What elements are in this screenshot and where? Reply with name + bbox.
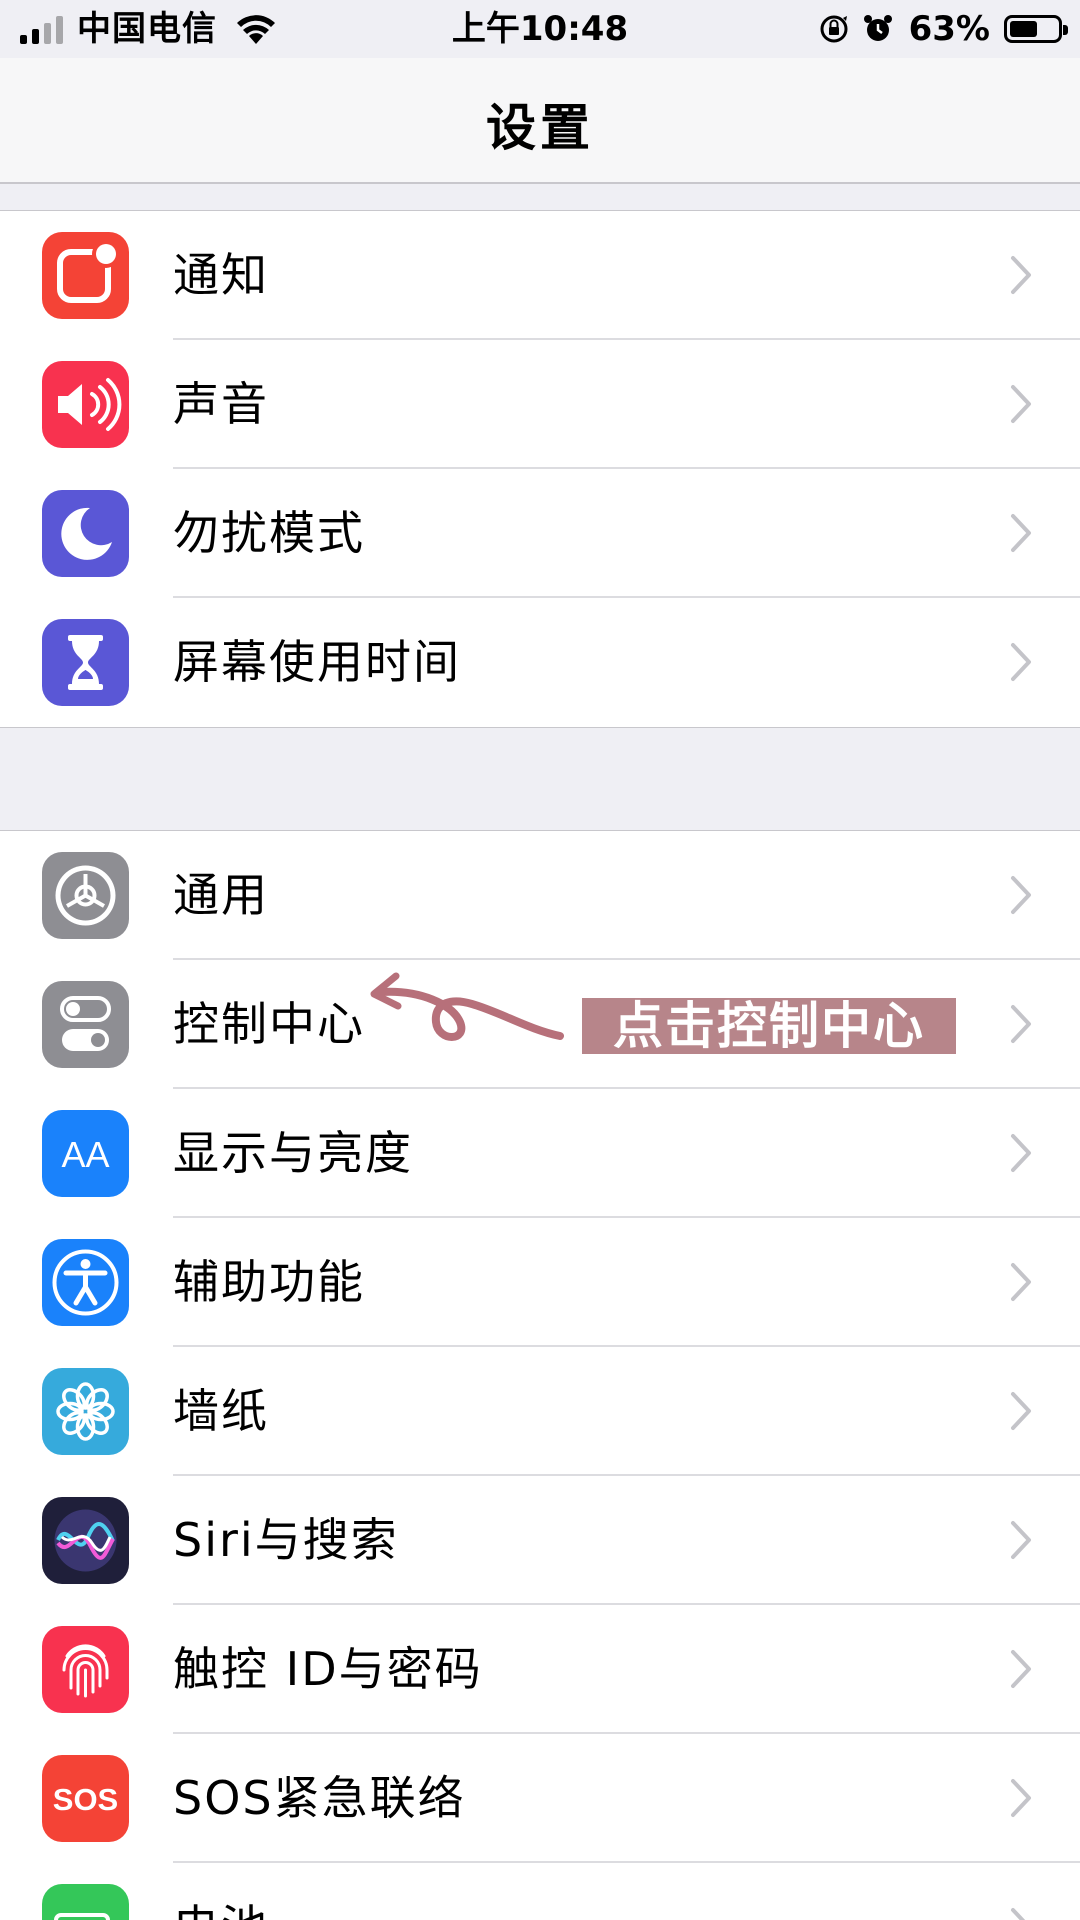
settings-item-label: 声音: [173, 377, 269, 431]
settings-item-label: 通用: [173, 868, 269, 922]
settings-item-accessibility[interactable]: 辅助功能: [0, 1218, 1080, 1347]
settings-item-emergency-sos[interactable]: SOS SOS紧急联络: [0, 1734, 1080, 1863]
settings-item-sounds[interactable]: 声音: [0, 340, 1080, 469]
settings-item-do-not-disturb[interactable]: 勿扰模式: [0, 469, 1080, 598]
settings-item-siri-search[interactable]: Siri与搜索: [0, 1476, 1080, 1605]
flower-icon: [42, 1368, 129, 1455]
chevron-right-icon: [1010, 1649, 1032, 1689]
settings-item-label: 显示与亮度: [173, 1126, 413, 1180]
orientation-lock-icon: [820, 15, 848, 43]
sounds-icon: [42, 361, 129, 448]
settings-item-label: Siri与搜索: [173, 1513, 399, 1567]
gear-icon: [42, 852, 129, 939]
toggles-icon: [42, 981, 129, 1068]
settings-item-label: 辅助功能: [173, 1255, 365, 1309]
chevron-right-icon: [1010, 642, 1032, 682]
settings-item-label: 屏幕使用时间: [173, 635, 461, 689]
chevron-right-icon: [1010, 1520, 1032, 1560]
siri-icon: [42, 1497, 129, 1584]
settings-item-label: 控制中心: [173, 997, 365, 1051]
chevron-right-icon: [1010, 255, 1032, 295]
display-aa-icon: AA: [42, 1110, 129, 1197]
status-bar: 中国电信 上午10:48 63%: [0, 0, 1080, 58]
settings-item-screen-time[interactable]: 屏幕使用时间: [0, 598, 1080, 727]
chevron-right-icon: [1010, 1778, 1032, 1818]
chevron-right-icon: [1010, 1262, 1032, 1302]
settings-item-label: SOS紧急联络: [173, 1771, 466, 1825]
settings-group-1: 通知 声音 勿扰模式 屏幕使用时间: [0, 210, 1080, 728]
settings-item-label: 通知: [173, 248, 269, 302]
battery-percent: 63%: [908, 9, 990, 49]
settings-item-label: 触控 ID与密码: [173, 1642, 483, 1696]
chevron-right-icon: [1010, 1004, 1032, 1044]
status-right: 63%: [817, 0, 1068, 58]
hourglass-icon: [42, 619, 129, 706]
notifications-icon: [42, 232, 129, 319]
battery-app-icon: [42, 1884, 129, 1920]
settings-item-touch-id-passcode[interactable]: 触控 ID与密码: [0, 1605, 1080, 1734]
sos-icon: SOS: [42, 1755, 129, 1842]
chevron-right-icon: [1010, 513, 1032, 553]
settings-item-general[interactable]: 通用: [0, 831, 1080, 960]
annotation-label: 点击控制中心: [582, 998, 956, 1054]
settings-item-wallpaper[interactable]: 墙纸: [0, 1347, 1080, 1476]
chevron-right-icon: [1010, 1133, 1032, 1173]
settings-item-display-brightness[interactable]: AA 显示与亮度: [0, 1089, 1080, 1218]
alarm-icon: [863, 15, 892, 41]
chevron-right-icon: [1010, 875, 1032, 915]
svg-text:SOS: SOS: [53, 1782, 118, 1817]
annotation-arrow: [370, 972, 564, 1041]
accessibility-icon: [42, 1239, 129, 1326]
navigation-bar: 设置: [0, 58, 1080, 184]
settings-item-battery[interactable]: 电池: [0, 1863, 1080, 1920]
fingerprint-icon: [42, 1626, 129, 1713]
settings-item-label: 勿扰模式: [173, 506, 365, 560]
svg-text:AA: AA: [61, 1134, 109, 1175]
chevron-right-icon: [1010, 1391, 1032, 1431]
moon-icon: [42, 490, 129, 577]
settings-item-label: 墙纸: [173, 1384, 269, 1438]
settings-item-label: 电池: [173, 1863, 269, 1920]
settings-screen: 中国电信 上午10:48 63% 设置 通知 声音 勿扰模式 屏幕使用时间 通用…: [0, 0, 1080, 1920]
settings-item-notifications[interactable]: 通知: [0, 211, 1080, 340]
chevron-right-icon: [1010, 384, 1032, 424]
battery-icon: [1004, 15, 1068, 43]
chevron-right-icon: [1010, 1907, 1032, 1920]
page-title: 设置: [486, 99, 594, 157]
